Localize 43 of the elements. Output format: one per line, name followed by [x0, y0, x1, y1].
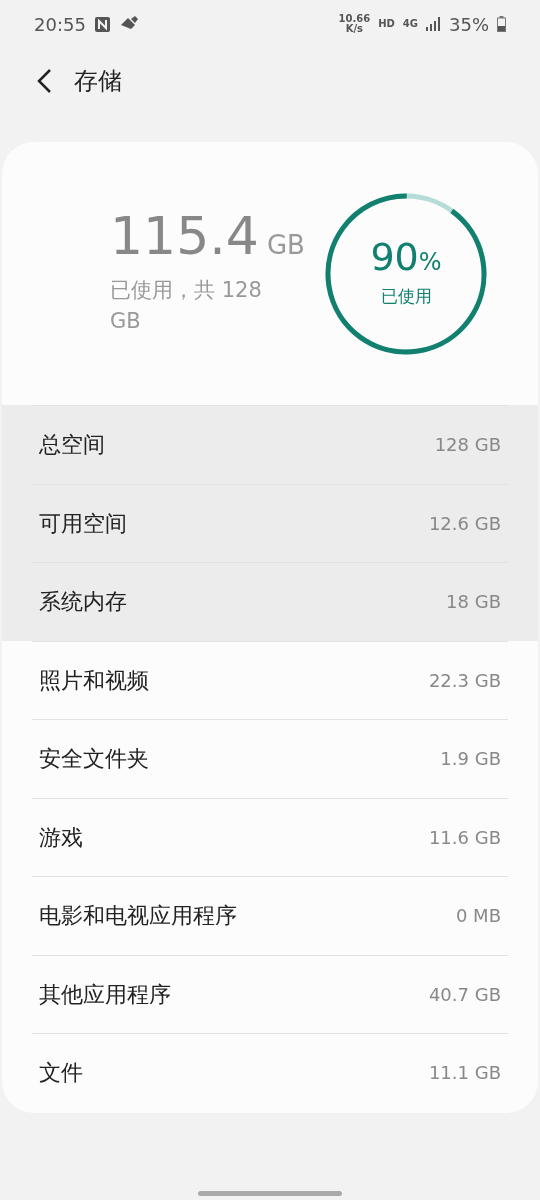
row-label: 总空间: [39, 431, 105, 460]
storage-row[interactable]: 电影和电视应用程序 0 MB: [2, 876, 538, 955]
usage-caption: 已使用，共 128 GB: [110, 277, 263, 335]
row-label: 照片和视频: [39, 666, 149, 695]
row-value: 40.7 GB: [428, 982, 501, 1007]
storage-row[interactable]: 照片和视频 22.3 GB: [2, 640, 538, 719]
ring-label: 已使用: [380, 284, 432, 308]
storage-row[interactable]: 其他应用程序 40.7 GB: [2, 954, 538, 1033]
row-value: 0 MB: [455, 904, 501, 929]
storage-row[interactable]: 总空间 128 GB: [2, 405, 538, 484]
row-label: 电影和电视应用程序: [39, 902, 237, 931]
storage-row[interactable]: 可用空间 12.6 GB: [2, 483, 538, 562]
storage-row[interactable]: 游戏 11.6 GB: [2, 797, 538, 876]
battery-percent: 35%: [449, 12, 489, 37]
row-label: 其他应用程序: [39, 980, 171, 1009]
row-value: 12.6 GB: [428, 511, 501, 536]
storage-row[interactable]: 系统内存 18 GB: [2, 562, 538, 641]
row-value: 11.1 GB: [428, 1061, 501, 1086]
hd-indicator: HD: [378, 19, 395, 29]
storage-row[interactable]: 安全文件夹 1.9 GB: [2, 719, 538, 798]
row-value: 128 GB: [434, 433, 501, 458]
row-label: 游戏: [39, 823, 83, 852]
clock: 20:55: [34, 12, 86, 37]
network-speed: 10.66: [338, 14, 371, 24]
row-label: 可用空间: [39, 509, 127, 538]
row-value: 22.3 GB: [428, 668, 501, 693]
row-value: 18 GB: [446, 590, 501, 615]
storage-row[interactable]: 文件 11.1 GB: [2, 1033, 538, 1112]
nfc-icon: [93, 15, 111, 33]
row-label: 文件: [39, 1059, 83, 1088]
row-value: 11.6 GB: [428, 825, 501, 850]
row-value: 1.9 GB: [440, 747, 501, 772]
used-amount: 115.4: [110, 210, 259, 262]
network-speed-unit: K/s: [344, 24, 364, 34]
network-type: 4G: [402, 19, 418, 29]
back-icon[interactable]: [36, 68, 52, 94]
signal-icon: [426, 17, 441, 31]
page-title: 存储: [74, 66, 122, 97]
row-label: 系统内存: [39, 588, 127, 617]
used-percent: 90%: [370, 237, 442, 276]
row-label: 安全文件夹: [39, 745, 149, 774]
battery-icon: [497, 16, 506, 32]
used-unit: GB: [266, 229, 305, 262]
